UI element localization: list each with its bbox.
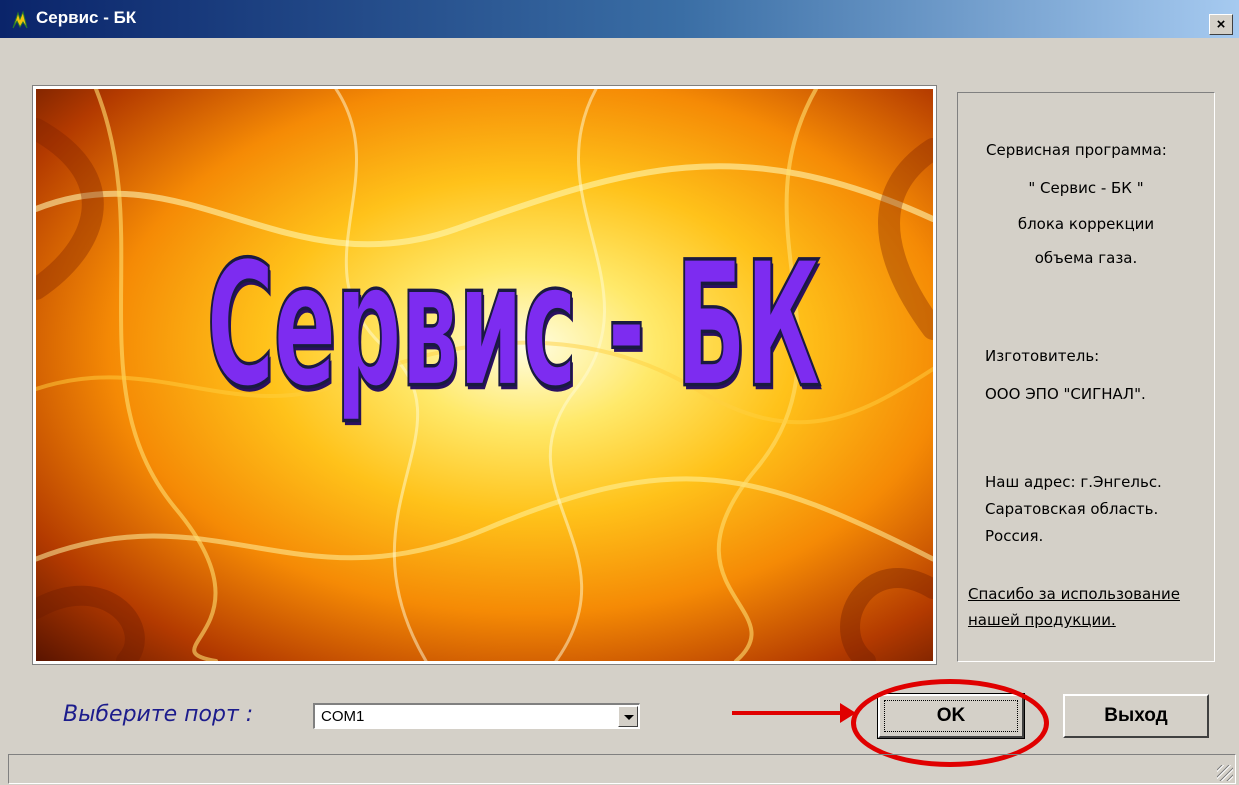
close-button[interactable]: × bbox=[1209, 14, 1233, 35]
manufacturer-name: ООО ЭПО "СИГНАЛ". bbox=[985, 385, 1146, 403]
resize-grip-icon[interactable] bbox=[1217, 765, 1233, 781]
port-select[interactable]: COM1 bbox=[313, 703, 640, 729]
manufacturer-label: Изготовитель: bbox=[985, 347, 1100, 365]
window-title: Сервис - БК bbox=[36, 8, 137, 27]
close-icon: × bbox=[1216, 16, 1226, 33]
program-label: Сервисная программа: bbox=[986, 141, 1167, 159]
exit-button-label: Выход bbox=[1104, 705, 1168, 726]
exit-button[interactable]: Выход bbox=[1063, 694, 1209, 738]
annotation-arrow-shaft bbox=[732, 711, 844, 715]
dropdown-arrow-icon[interactable] bbox=[618, 706, 638, 727]
status-bar bbox=[8, 754, 1236, 784]
app-icon bbox=[12, 10, 28, 29]
thanks-link-line-1[interactable]: Спасибо за использование bbox=[968, 585, 1180, 603]
program-description-2: объема газа. bbox=[1034, 249, 1138, 267]
address-line-2: Саратовская область. bbox=[985, 500, 1159, 518]
address-line-1: Наш адрес: г.Энгельс. bbox=[985, 473, 1162, 491]
splash-image: Сервис - БК bbox=[32, 85, 937, 665]
program-name: " Сервис - БК " bbox=[1028, 179, 1144, 197]
info-panel: Сервисная программа: " Сервис - БК " бло… bbox=[957, 92, 1215, 662]
service-bk-window: Сервис - БК × Сервис - БК Сервисная прог… bbox=[0, 0, 1239, 785]
splash-banner-text: Сервис - БК bbox=[205, 224, 822, 428]
title-bar[interactable]: Сервис - БК × bbox=[0, 0, 1239, 38]
port-label: Выберите порт : bbox=[63, 702, 254, 727]
address-line-3: Россия. bbox=[985, 527, 1044, 545]
thanks-link-line-2[interactable]: нашей продукции. bbox=[968, 611, 1116, 629]
program-description-1: блока коррекции bbox=[1017, 215, 1155, 233]
port-selected-value: COM1 bbox=[321, 708, 365, 725]
